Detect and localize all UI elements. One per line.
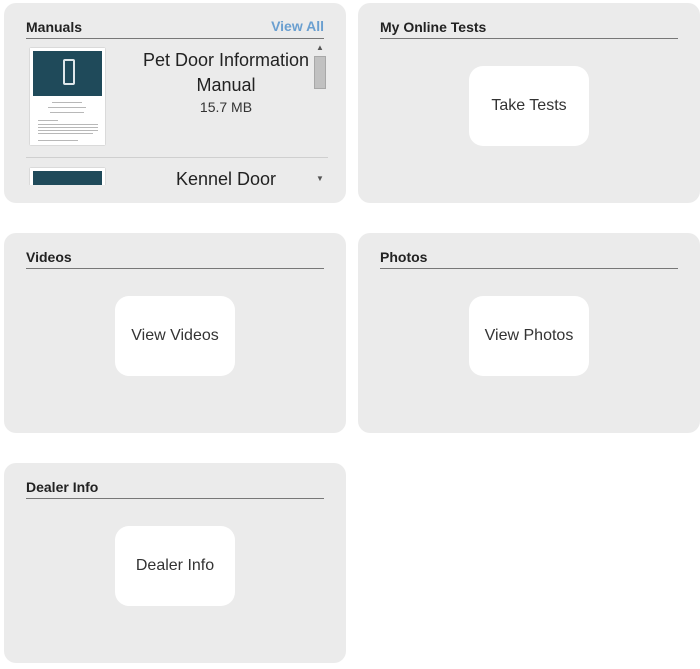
photos-header: Photos <box>380 246 678 269</box>
manuals-scrollbar[interactable]: ▲ ▼ <box>313 42 327 185</box>
videos-card: Videos View Videos <box>4 233 346 433</box>
online-tests-title: My Online Tests <box>380 19 487 35</box>
photos-card: Photos View Photos <box>358 233 700 433</box>
dealer-info-button[interactable]: Dealer Info <box>115 526 235 606</box>
dealer-info-card: Dealer Info Dealer Info <box>4 463 346 663</box>
manuals-header: Manuals View All <box>26 16 324 39</box>
dealer-info-header: Dealer Info <box>26 476 324 499</box>
pet-door-icon <box>63 59 75 85</box>
view-all-link[interactable]: View All <box>271 18 324 34</box>
manual-thumbnail[interactable] <box>30 168 105 185</box>
online-tests-card: My Online Tests Take Tests <box>358 3 700 203</box>
manuals-card: Manuals View All Pet Door Information Ma… <box>4 3 346 203</box>
videos-header: Videos <box>26 246 324 269</box>
thumbnail-image <box>33 51 102 96</box>
manual-file-size: 15.7 MB <box>199 99 253 115</box>
manual-item[interactable]: Pet Door Information Manual 15.7 MB <box>26 42 328 157</box>
photos-title: Photos <box>380 249 428 265</box>
manuals-list[interactable]: Pet Door Information Manual 15.7 MB Kenn… <box>26 42 328 185</box>
scroll-up-icon[interactable]: ▲ <box>313 42 327 54</box>
manual-thumbnail[interactable] <box>30 48 105 145</box>
videos-title: Videos <box>26 249 72 265</box>
manuals-title: Manuals <box>26 19 83 35</box>
thumbnail-image <box>33 171 102 185</box>
scroll-down-icon[interactable]: ▼ <box>313 173 327 185</box>
manual-title[interactable]: Kennel Door <box>136 167 316 185</box>
manual-title[interactable]: Pet Door Information Manual <box>136 48 316 98</box>
dealer-info-title: Dealer Info <box>26 479 99 495</box>
take-tests-button[interactable]: Take Tests <box>469 66 589 146</box>
online-tests-header: My Online Tests <box>380 16 678 39</box>
view-videos-button[interactable]: View Videos <box>115 296 235 376</box>
scrollbar-thumb[interactable] <box>314 56 326 89</box>
view-photos-button[interactable]: View Photos <box>469 296 589 376</box>
manual-item[interactable]: Kennel Door <box>26 157 328 185</box>
